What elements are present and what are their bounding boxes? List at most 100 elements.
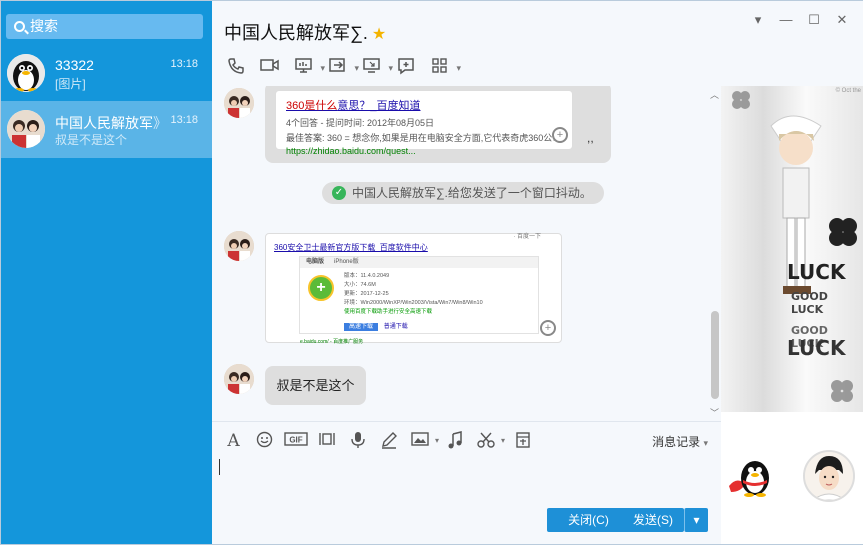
link-highlight: 360是什么 [286, 100, 338, 112]
conversation-item-selected[interactable]: 中国人民解放军》 叔是不是这个 13:18 [1, 101, 212, 158]
result-url: https://zhidao.baidu.com/quest... [286, 146, 416, 156]
close-button[interactable]: 关闭(C) [547, 508, 630, 532]
download-details: 版本：11.4.0.2049 大小：74.6M 更新：2017-12-25 环境… [344, 272, 483, 317]
sender-avatar [224, 364, 254, 394]
close-icon[interactable]: ✕ [831, 11, 853, 29]
star-icon: ★ [371, 26, 387, 43]
svg-text:GIF: GIF [289, 436, 302, 445]
check-icon: ✓ [332, 186, 346, 200]
conversation-item-33322[interactable]: 33322 [图片] 13:18 [1, 45, 212, 102]
tab-iphone: iPhone版 [334, 259, 359, 265]
chat-window: 搜索 33322 [图片] 13:18 中国人民解放军》 叔是不是这个 13:1… [0, 0, 863, 545]
send-options-icon[interactable]: ▾ [684, 508, 708, 532]
detail-env: 环境：Win2000/WinXP/Win2003/Vista/Win7/Win8… [344, 300, 483, 306]
conversation-time: 13:18 [170, 114, 198, 126]
send-button[interactable]: 发送(S) [622, 508, 684, 532]
search-placeholder: 搜索 [30, 18, 58, 34]
detail-secure: 使用百度下载助手进行安全高速下载 [344, 309, 433, 315]
image-download-box: 电脑版 iPhone版 + 版本：11.4.0.2049 大小：74.6M 更新… [299, 256, 539, 334]
video-icon[interactable] [256, 57, 284, 79]
chat-scrollbar[interactable]: ︿ ﹀ [708, 86, 722, 421]
good-luck-text: GOOD LUCK [791, 290, 828, 316]
scroll-thumb[interactable] [711, 311, 719, 399]
search-result-link[interactable]: 360是什么意思？_百度知道 [286, 97, 562, 113]
message-bubble[interactable]: 360是什么意思？_百度知道 4个回答 - 提问时间: 2012年08月05日 … [265, 86, 611, 163]
avatar [7, 54, 45, 92]
chevron-down-icon[interactable]: ▾ [747, 11, 769, 29]
screenshot-icon[interactable] [313, 431, 340, 451]
image-top-right: · 百度一下 [513, 234, 541, 240]
minimize-icon[interactable]: — [775, 11, 797, 29]
show-image: © Oct the LUCK GOOD LUCK GOOD LUCK LUCK [721, 86, 863, 412]
remote-desktop-icon[interactable] [358, 57, 393, 79]
result-meta: 4个回答 - 提问时间: 2012年08月05日 [286, 118, 435, 128]
shake-notice: ✓ 中国人民解放军∑.给您发送了一个窗口抖动。 [322, 182, 604, 204]
search-icon [14, 21, 25, 32]
add-message-icon[interactable] [392, 57, 420, 79]
input-toolbar: A GIF [220, 431, 536, 451]
conversation-name: 33322 [55, 57, 94, 73]
image-url: e.baidu.com/ - 百度推广服务 [300, 339, 364, 345]
detail-updated: 更新：2017-12-25 [344, 291, 389, 297]
image-tabs: 电脑版 iPhone版 [300, 257, 538, 268]
pen-icon[interactable] [375, 431, 402, 451]
search-result-card[interactable]: 360是什么意思？_百度知道 4个回答 - 提问时间: 2012年08月05日 … [275, 90, 573, 156]
phone-icon[interactable] [222, 57, 250, 79]
microphone-icon[interactable] [344, 431, 371, 451]
sender-avatar [224, 88, 254, 118]
detail-version: 版本：11.4.0.2049 [344, 273, 390, 279]
image-link-title: 360安全卫士最新官方版下载_百度软件中心 [274, 243, 428, 252]
result-answer: 最佳答案: 360 = 想念你,如果是用在电脑安全方面,它代表奇虎360公司 [286, 133, 556, 143]
screen-share-icon[interactable] [290, 57, 325, 79]
maximize-icon[interactable]: ☐ [803, 11, 825, 29]
file-transfer-icon[interactable] [324, 57, 359, 79]
zoom-icon[interactable]: + [552, 127, 568, 143]
normal-download-button: 普通下载 [383, 324, 408, 330]
fast-download-button: 高速下载 [344, 323, 379, 331]
conversation-preview: 叔是不是这个 [55, 133, 128, 147]
profile-side-panel: © Oct the LUCK GOOD LUCK GOOD LUCK LUCK [721, 86, 863, 544]
shield-logo-icon: + [308, 275, 334, 301]
input-area: A GIF ▾ ▾ 消息记录 ▾ 关闭(C) 发送(S) ▾ [212, 421, 722, 544]
zoom-icon[interactable]: + [540, 320, 556, 336]
link-rest: 意思？_百度知道 [337, 100, 421, 112]
hongbao-icon[interactable] [509, 431, 536, 451]
message-list[interactable]: 360是什么意思？_百度知道 4个回答 - 提问时间: 2012年08月05日 … [212, 86, 722, 421]
notice-text: 中国人民解放军∑.给您发送了一个窗口抖动。 [352, 186, 592, 200]
scroll-up-icon[interactable]: ︿ [710, 88, 719, 101]
window-controls: ▾ — ☐ ✕ [747, 11, 853, 29]
font-icon[interactable]: A [220, 431, 247, 451]
music-icon[interactable] [441, 431, 468, 451]
conversation-name-suffix: 》 [153, 115, 167, 131]
conversation-name: 中国人民解放军》 [55, 113, 167, 133]
message-history-button[interactable]: 消息记录 ▾ [652, 433, 708, 450]
scroll-down-icon[interactable]: ﹀ [710, 406, 719, 419]
conversation-sidebar: 搜索 33322 [图片] 13:18 中国人民解放军》 叔是不是这个 13:1… [1, 1, 212, 544]
qq-penguin-logo-icon[interactable] [727, 456, 773, 498]
sender-avatar [224, 231, 254, 261]
apps-grid-icon[interactable] [426, 57, 461, 79]
image-icon[interactable] [406, 431, 439, 451]
luck-text: LUCK [787, 336, 846, 360]
history-label: 消息记录 [652, 435, 701, 449]
conversation-time: 13:18 [170, 58, 198, 70]
tab-pc: 电脑版 [306, 259, 325, 265]
conversation-name-text: 中国人民解放军 [55, 115, 153, 131]
download-buttons: 高速下载 普通下载 [344, 321, 408, 331]
emoji-icon[interactable] [251, 431, 278, 451]
conversation-preview: [图片] [55, 77, 86, 91]
search-input[interactable]: 搜索 [6, 14, 203, 39]
detail-size: 大小：74.6M [344, 282, 376, 288]
chat-title: 中国人民解放军∑. ★ [224, 19, 386, 45]
message-bubble[interactable]: 叔是不是这个 [265, 366, 366, 405]
gif-icon[interactable]: GIF [282, 431, 309, 451]
chat-toolbar [222, 57, 461, 79]
text-input-caret[interactable] [219, 459, 220, 475]
chevron-down-icon: ▾ [703, 438, 708, 448]
scissors-icon[interactable] [472, 431, 505, 451]
luck-text: LUCK [787, 260, 846, 284]
message-ellipsis: ,, [587, 131, 594, 145]
image-message[interactable]: · 百度一下 360安全卫士最新官方版下载_百度软件中心 电脑版 iPhone版… [265, 233, 562, 345]
boy-figure-illustration [732, 91, 857, 402]
my-avatar[interactable] [803, 450, 855, 502]
